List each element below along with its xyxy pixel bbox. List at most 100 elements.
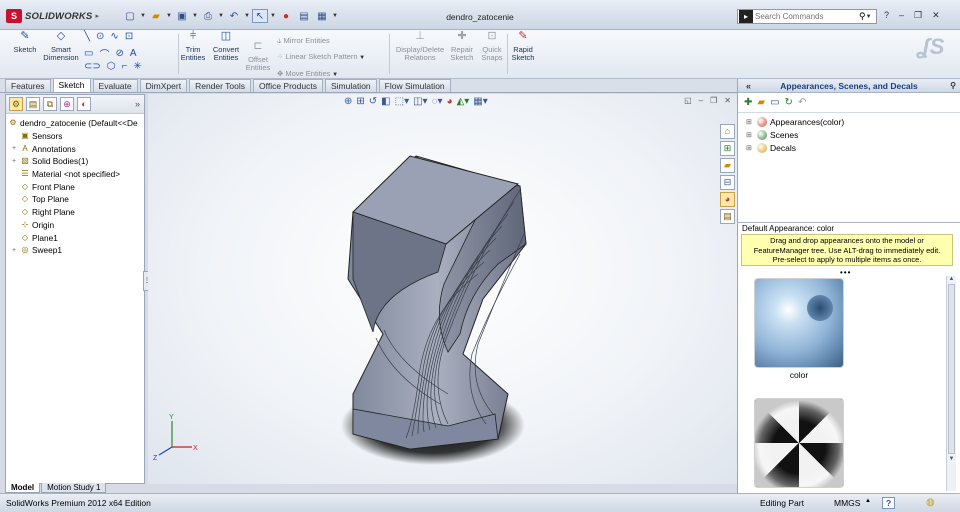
expand-toggle-icon[interactable]: ⊞ [746, 118, 754, 126]
custom-properties-tab-icon[interactable]: ▤ [720, 209, 735, 224]
display-delete-relations-button[interactable]: ⊥ Display/Delete Relations [393, 31, 447, 62]
tab-sketch[interactable]: Sketch [52, 78, 91, 92]
convert-entities-button[interactable]: ◫ Convert Entities [210, 31, 242, 62]
help-icon[interactable]: ? [884, 10, 889, 21]
sketch-label: Sketch [13, 45, 37, 54]
tab-render-tools[interactable]: Render Tools [189, 79, 252, 92]
refresh-icon[interactable]: ↻ [785, 97, 793, 108]
chevron-down-icon[interactable]: ▼ [358, 55, 365, 61]
tree-item-annotations[interactable]: + A Annotations [10, 142, 144, 155]
restore-icon[interactable]: ❐ [914, 10, 922, 21]
tree-item-front-plane[interactable]: ◇ Front Plane [10, 180, 144, 193]
appearance-tree-scenes[interactable]: ⊞ Scenes [738, 128, 960, 141]
add-folder-icon[interactable]: ▰ [757, 97, 765, 108]
close-icon[interactable]: ✕ [932, 10, 940, 21]
expand-icon[interactable]: » [135, 99, 140, 109]
offset-entities-button[interactable]: ⊏ Offset Entities [244, 41, 272, 72]
scroll-thumb[interactable] [948, 284, 955, 454]
line-icon[interactable]: ╲ [84, 31, 90, 42]
design-library-tab-icon[interactable]: ⊞ [720, 141, 735, 156]
tree-item-sweep1[interactable]: + ◎ Sweep1 [10, 244, 144, 257]
chevron-down-icon[interactable]: ▼ [330, 72, 338, 78]
scroll-down-icon[interactable]: ▼ [947, 456, 956, 462]
magnifier-icon[interactable]: ⚲ [859, 11, 866, 22]
solid-bodies-icon: ▧ [21, 156, 29, 166]
tab-evaluate[interactable]: Evaluate [92, 79, 138, 92]
resources-tab-icon[interactable]: ⌂ [720, 124, 735, 139]
tree-item-origin[interactable]: ⊹ Origin [10, 219, 144, 232]
search-input[interactable] [755, 12, 855, 21]
collapse-icon[interactable]: « [746, 79, 751, 93]
file-explorer-tab-icon[interactable]: ▰ [720, 158, 735, 173]
expand-toggle-icon[interactable]: ⊞ [746, 131, 754, 139]
expand-toggle-icon[interactable]: + [10, 247, 18, 254]
minimize-icon[interactable]: – [899, 10, 904, 21]
expand-toggle-icon[interactable]: + [10, 158, 18, 165]
appearance-swatch-checker[interactable] [754, 398, 844, 488]
feature-tree-icon[interactable]: ⚙ [9, 97, 23, 111]
sketch-button[interactable]: ✎ Sketch [10, 31, 40, 54]
tree-item-top-plane[interactable]: ◇ Top Plane [10, 193, 144, 206]
dimxpert-icon[interactable]: ⊕ [60, 97, 74, 111]
tab-flow-simulation[interactable]: Flow Simulation [378, 79, 451, 92]
editing-mode: Editing Part [760, 498, 804, 508]
trim-entities-button[interactable]: ⫩ Trim Entities [180, 31, 206, 62]
tree-root[interactable]: ⚙ dendro_zatocenie (Default<<De [8, 117, 144, 130]
tangent-arc-icon[interactable]: ⊡ [125, 31, 133, 42]
gallery-scrollbar[interactable]: ▲ ▼ [946, 276, 956, 491]
rectangle-icon[interactable]: ▭ [84, 48, 93, 59]
tree-item-material-not-specified[interactable]: ☰ Material <not specified> [10, 168, 144, 181]
search-commands[interactable]: ▸ ⚲ ▼ [737, 9, 877, 24]
repair-sketch-button[interactable]: ✚ Repair Sketch [449, 31, 475, 62]
appearance-swatch-color[interactable] [754, 278, 844, 368]
appearances-tab-icon[interactable]: ◕ [720, 192, 735, 207]
view-palette-tab-icon[interactable]: ⊟ [720, 175, 735, 190]
window-controls: ? – ❐ ✕ [884, 10, 940, 21]
slot-icon[interactable]: ⊂⊃ [84, 61, 101, 72]
3d-model[interactable]: Y X Z [148, 94, 737, 484]
chevron-up-icon[interactable]: ▲ [865, 498, 871, 504]
graphics-area[interactable]: ⊕ ⊞ ↺ ◧ ⬚▾ ◫▾ ◌▾ ◕ ◭▾ ▦▾ ◱ – ❐ ✕ Y X Z ⌂… [148, 94, 737, 484]
tree-item-solid-bodies-1[interactable]: + ▧ Solid Bodies(1) [10, 155, 144, 168]
annotations-icon: A [22, 143, 28, 153]
new-folder-icon[interactable]: ▭ [770, 97, 779, 108]
scroll-up-icon[interactable]: ▲ [947, 276, 956, 282]
circle-icon[interactable]: ⊙ [96, 31, 104, 42]
spline-icon[interactable]: ∿ [110, 31, 118, 42]
linear-sketch-pattern-button[interactable]: ⁘ Linear Sketch Pattern ▼ [277, 49, 365, 66]
property-manager-icon[interactable]: ▤ [26, 97, 40, 111]
mirror-entities-button[interactable]: ⫝ Mirror Entities [277, 33, 365, 49]
text-icon[interactable]: A [130, 48, 137, 59]
polygon-icon[interactable]: ⬡ [107, 61, 116, 72]
expand-toggle-icon[interactable]: ⊞ [746, 144, 754, 152]
fillet-icon[interactable]: ⌐ [122, 61, 128, 72]
plane-icon: ◇ [21, 194, 29, 204]
appearance-tree-decals[interactable]: ⊞ Decals [738, 141, 960, 154]
tab-office-products[interactable]: Office Products [253, 79, 323, 92]
quick-snaps-button[interactable]: ⊡ Quick Snaps [479, 31, 505, 62]
model-tab-model[interactable]: Model [5, 483, 41, 493]
rapid-sketch-button[interactable]: ✎ Rapid Sketch [510, 31, 536, 62]
tree-item-plane1[interactable]: ◇ Plane1 [10, 231, 144, 244]
tab-features[interactable]: Features [5, 79, 51, 92]
add-appearance-icon[interactable]: ✚ [744, 97, 752, 108]
help-button[interactable]: ? [882, 497, 896, 509]
chevron-down-icon[interactable]: ▼ [866, 14, 872, 20]
back-icon[interactable]: ↶ [798, 97, 806, 108]
point-icon[interactable]: ✳ [133, 61, 141, 72]
arc-icon[interactable]: ⌒ [99, 46, 109, 61]
units-selector[interactable]: MMGS [834, 498, 860, 508]
appearance-tree-appearances-color[interactable]: ⊞ Appearances(color) [738, 115, 960, 128]
tab-dimxpert[interactable]: DimXpert [139, 79, 188, 92]
tree-item-right-plane[interactable]: ◇ Right Plane [10, 206, 144, 219]
pin-icon[interactable]: ⚲ [950, 79, 956, 93]
configuration-manager-icon[interactable]: ⧉ [43, 97, 57, 111]
display-manager-icon[interactable]: ◐ [77, 97, 91, 111]
tab-simulation[interactable]: Simulation [324, 79, 377, 92]
tree-item-sensors[interactable]: ▣ Sensors [10, 130, 144, 143]
expand-toggle-icon[interactable]: + [10, 145, 18, 152]
rebuild-status-icon[interactable]: ◍ [926, 497, 935, 508]
ellipse-icon[interactable]: ⊘ [115, 48, 123, 59]
smart-dimension-button[interactable]: ◇ Smart Dimension [42, 31, 80, 62]
model-tab-motion-study-1[interactable]: Motion Study 1 [41, 483, 107, 493]
